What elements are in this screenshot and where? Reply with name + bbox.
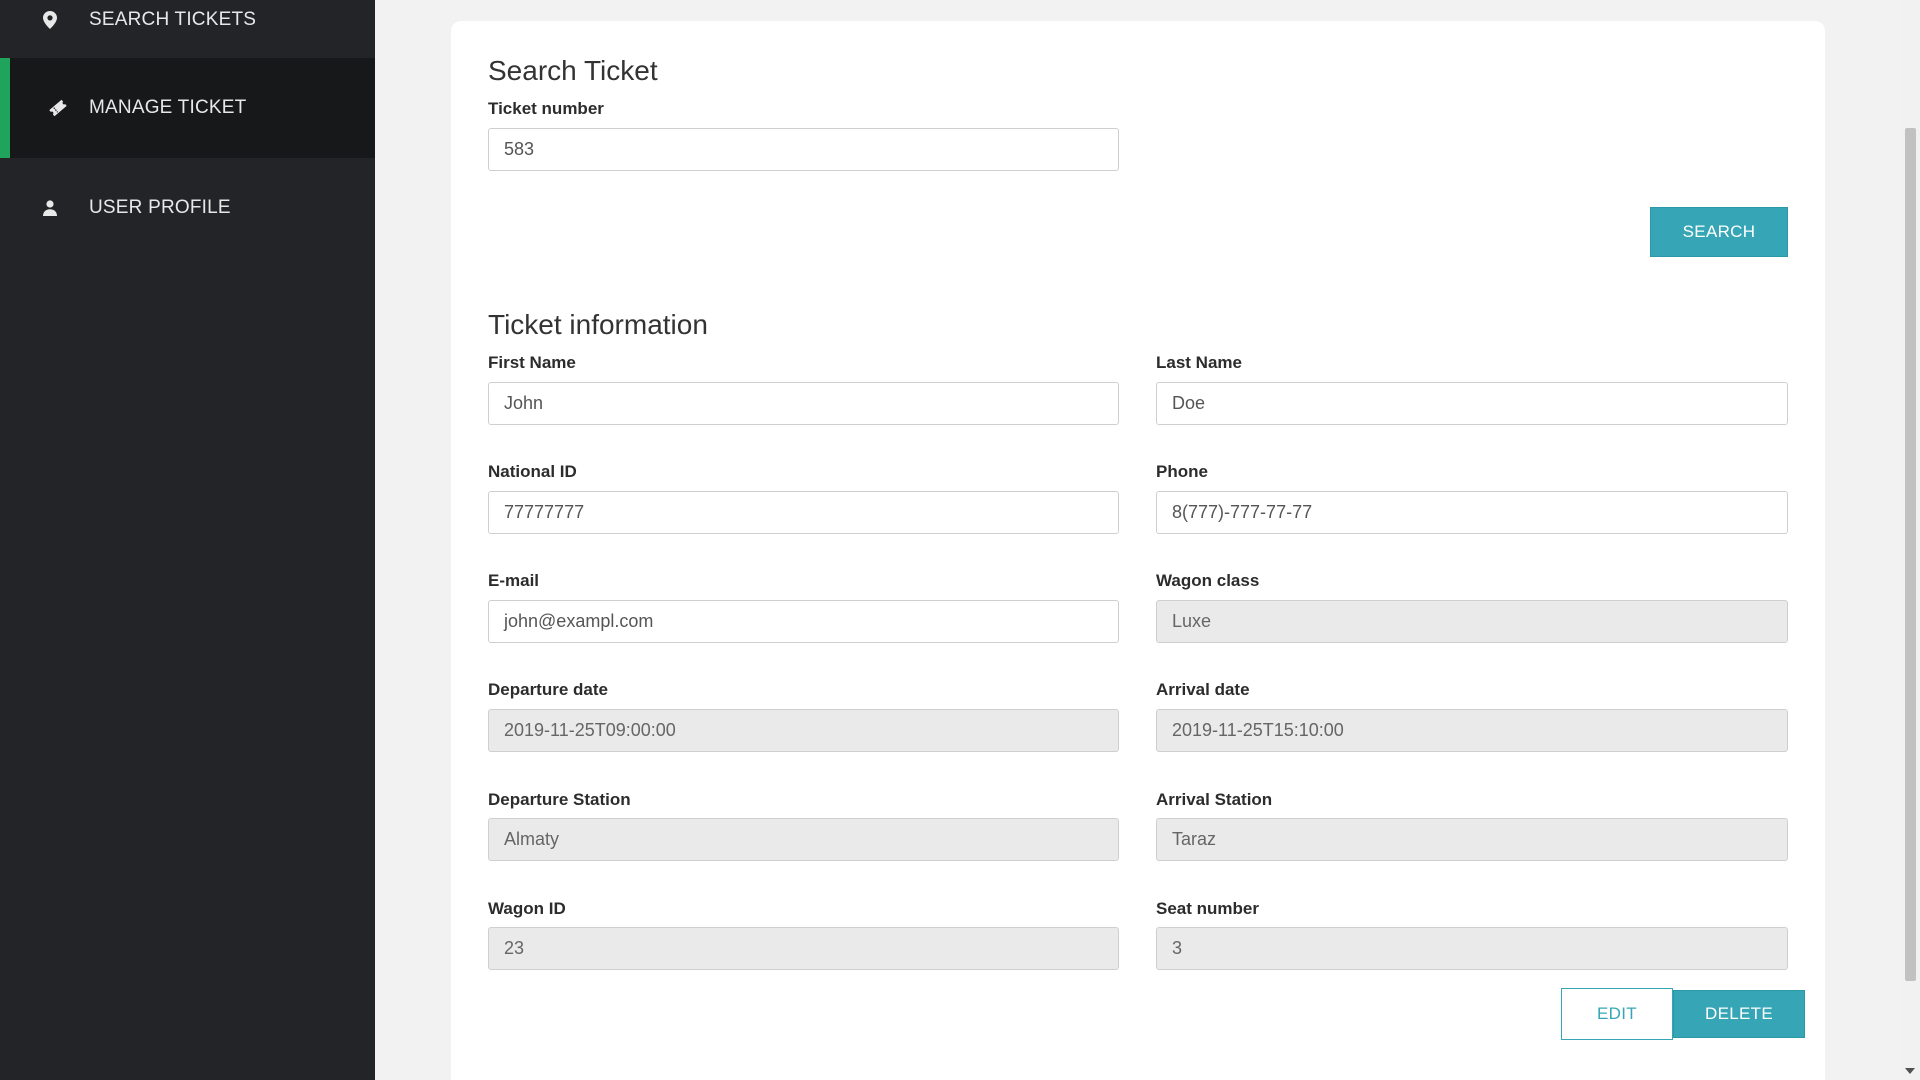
first-name-label: First Name [488, 353, 576, 372]
delete-button[interactable]: DELETE [1673, 990, 1805, 1038]
sidebar-item-user-profile[interactable]: USER PROFILE [0, 158, 375, 257]
first-name-field[interactable]: John [488, 382, 1119, 425]
arrival-station-label: Arrival Station [1156, 790, 1273, 809]
national-id-label: National ID [488, 462, 577, 481]
departure-date-label: Departure date [488, 680, 608, 699]
wagon-class-field: Luxe [1156, 600, 1788, 643]
scroll-down-arrow-icon[interactable] [1905, 1068, 1915, 1074]
search-section-title: Search Ticket [488, 55, 658, 86]
ticket-number-input[interactable]: 583 [488, 128, 1119, 171]
email-label: E-mail [488, 571, 540, 590]
ticket-icon [48, 98, 68, 118]
departure-station-field: Almaty [488, 818, 1119, 861]
ticket-number-label: Ticket number [488, 99, 604, 118]
email-field[interactable]: john@exampl.com [488, 600, 1119, 643]
seat-number-field: 3 [1156, 927, 1788, 970]
user-icon [40, 198, 60, 218]
sidebar-item-label: SEARCH TICKETS [89, 9, 257, 30]
arrival-station-field: Taraz [1156, 818, 1788, 861]
map-pin-icon [40, 10, 60, 30]
arrival-date-label: Arrival date [1156, 680, 1250, 699]
wagon-id-label: Wagon ID [488, 899, 566, 918]
departure-date-field: 2019-11-25T09:00:00 [488, 709, 1119, 752]
sidebar: SEARCH TICKETS MANAGE TICKET USER PROFIL… [0, 0, 375, 1080]
departure-station-label: Departure Station [488, 790, 631, 809]
phone-field[interactable]: 8(777)-777-77-77 [1156, 491, 1788, 534]
national-id-field[interactable]: 77777777 [488, 491, 1119, 534]
sidebar-item-manage-ticket[interactable]: MANAGE TICKET [0, 58, 375, 158]
wagon-id-field: 23 [488, 927, 1119, 970]
arrival-date-field: 2019-11-25T15:10:00 [1156, 709, 1788, 752]
last-name-label: Last Name [1156, 353, 1242, 372]
edit-button[interactable]: EDIT [1561, 988, 1673, 1040]
sidebar-item-label: USER PROFILE [89, 196, 231, 218]
search-button[interactable]: SEARCH [1650, 207, 1788, 257]
ticket-info-title: Ticket information [488, 309, 708, 340]
last-name-field[interactable]: Doe [1156, 382, 1788, 425]
phone-label: Phone [1156, 462, 1208, 481]
scrollbar[interactable] [1900, 0, 1920, 1080]
active-indicator [0, 58, 10, 158]
sidebar-item-label: MANAGE TICKET [89, 97, 247, 118]
sidebar-item-search-tickets[interactable]: SEARCH TICKETS [0, 0, 375, 58]
ticket-card: Search Ticket Ticket number 583 SEARCH T… [451, 21, 1825, 1080]
scrollbar-thumb[interactable] [1905, 128, 1916, 981]
seat-number-label: Seat number [1156, 899, 1259, 918]
wagon-class-label: Wagon class [1156, 571, 1260, 590]
